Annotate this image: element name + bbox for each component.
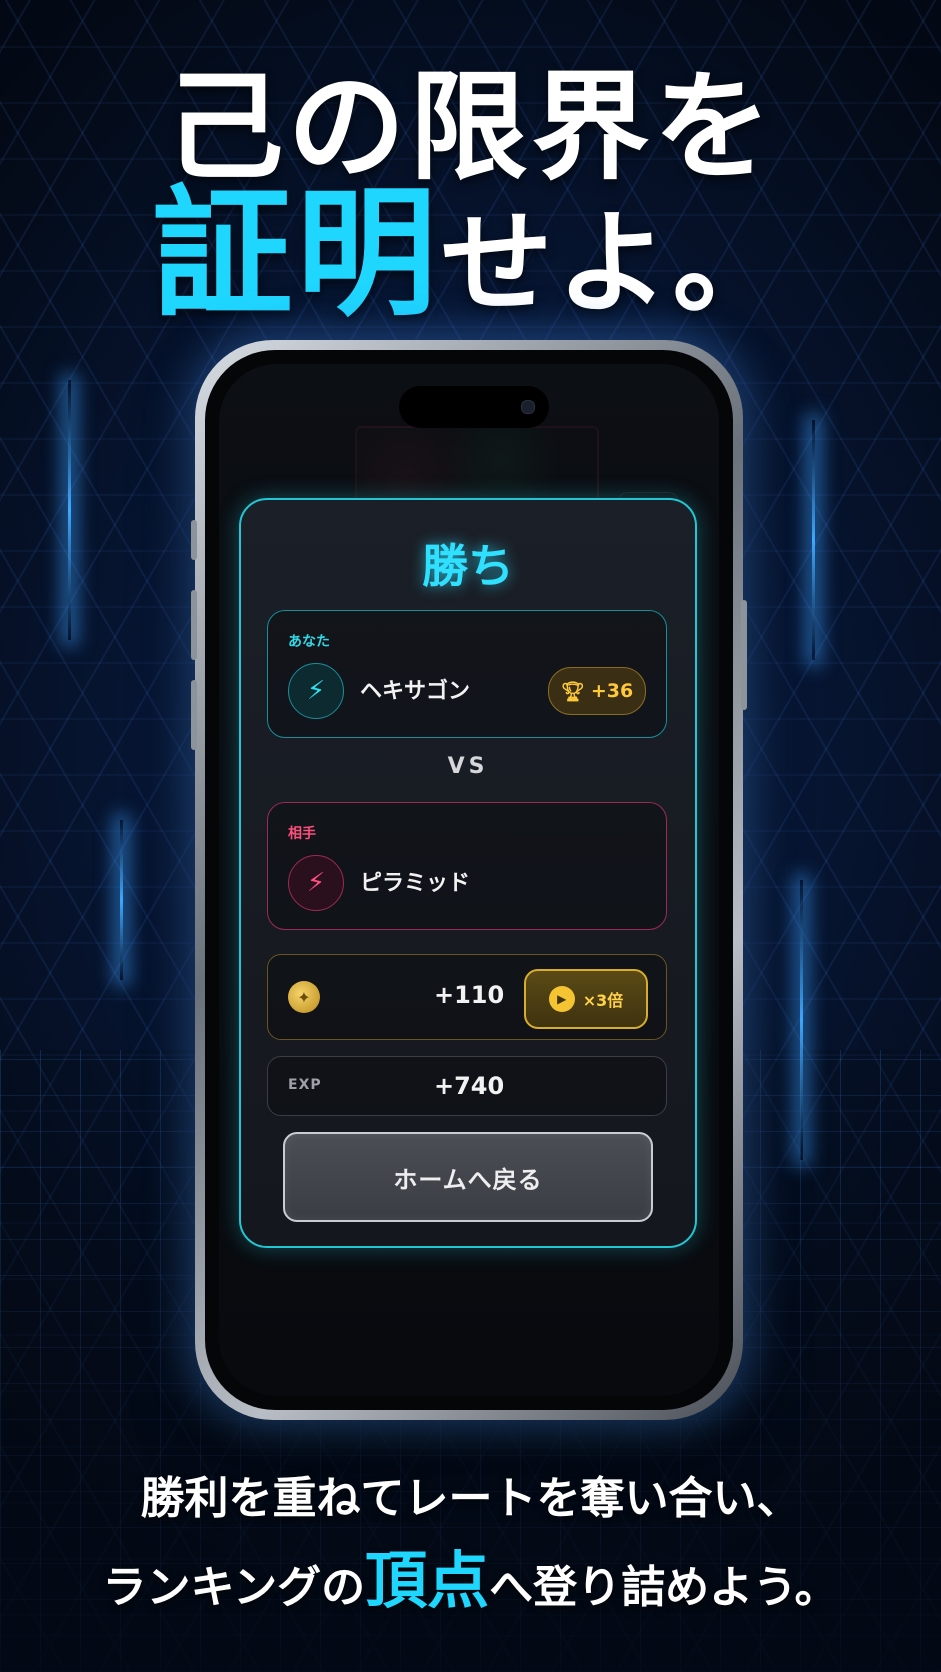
opponent-label: 相手 [288, 826, 316, 842]
trophy-icon: 🏆︎ [560, 680, 585, 703]
phone-mockup: 勝ち あなた ⚡︎ ヘキサゴン 🏆︎ +36 VS 相手 ⚡︎ ピラミッド ✦ … [191, 340, 747, 1420]
ad-multiplier-label: ×3倍 [582, 991, 624, 1010]
player-card: あなた ⚡︎ ヘキサゴン 🏆︎ +36 [267, 610, 667, 738]
light-beam [68, 380, 71, 640]
match-result-dialog: 勝ち あなた ⚡︎ ヘキサゴン 🏆︎ +36 VS 相手 ⚡︎ ピラミッド ✦ … [239, 498, 697, 1248]
result-title: 勝ち [422, 539, 514, 593]
trophy-delta: +36 [590, 680, 634, 702]
dynamic-island [399, 386, 549, 428]
headline-line2: 証明せよ。 [0, 180, 941, 339]
coin-value: +110 [434, 981, 505, 1009]
player-name: ヘキサゴン [360, 679, 471, 704]
headline-line1: 己の限界を [165, 58, 776, 196]
footer-line1: 勝利を重ねてレートを奪い合い、 [140, 1473, 801, 1524]
footer-line2-before: ランキングの [102, 1562, 366, 1613]
coin-icon: ✦ [288, 981, 320, 1013]
headline-rest: せよ。 [440, 199, 789, 329]
light-beam [800, 880, 803, 1160]
opponent-avatar: ⚡︎ [288, 855, 344, 911]
lightning-icon: ⚡︎ [306, 676, 326, 706]
exp-label: EXP [288, 1077, 322, 1093]
phone-side-button [191, 520, 197, 560]
footer-line2: ランキングの頂点へ登り詰めよう。 [0, 1530, 941, 1620]
player-avatar: ⚡︎ [288, 663, 344, 719]
footer-line2-after: へ登り詰めよう。 [489, 1562, 839, 1613]
phone-screen: 勝ち あなた ⚡︎ ヘキサゴン 🏆︎ +36 VS 相手 ⚡︎ ピラミッド ✦ … [219, 364, 719, 1396]
play-icon: ▶ [548, 986, 575, 1012]
phone-side-button [741, 600, 747, 710]
headline-accent: 証明 [152, 173, 441, 336]
watch-ad-multiplier-button[interactable]: ▶ ×3倍 [524, 969, 648, 1029]
exp-value: +740 [434, 1072, 505, 1100]
vs-label: VS [447, 754, 489, 779]
player-label: あなた [288, 634, 330, 650]
phone-side-button [191, 680, 197, 750]
lightning-icon: ⚡︎ [306, 868, 326, 898]
trophy-badge: 🏆︎ +36 [548, 667, 646, 715]
phone-bezel: 勝ち あなた ⚡︎ ヘキサゴン 🏆︎ +36 VS 相手 ⚡︎ ピラミッド ✦ … [205, 350, 733, 1410]
camera-icon [521, 400, 535, 414]
exp-reward-row: EXP +740 [267, 1056, 667, 1116]
opponent-card: 相手 ⚡︎ ピラミッド [267, 802, 667, 930]
opponent-name: ピラミッド [360, 871, 471, 896]
coin-reward-row: ✦ +110 ▶ ×3倍 [267, 954, 667, 1040]
light-beam [120, 820, 123, 980]
footer-accent: 頂点 [365, 1544, 490, 1617]
phone-side-button [191, 590, 197, 660]
light-beam [812, 420, 815, 660]
return-home-button[interactable]: ホームへ戻る [283, 1132, 653, 1222]
